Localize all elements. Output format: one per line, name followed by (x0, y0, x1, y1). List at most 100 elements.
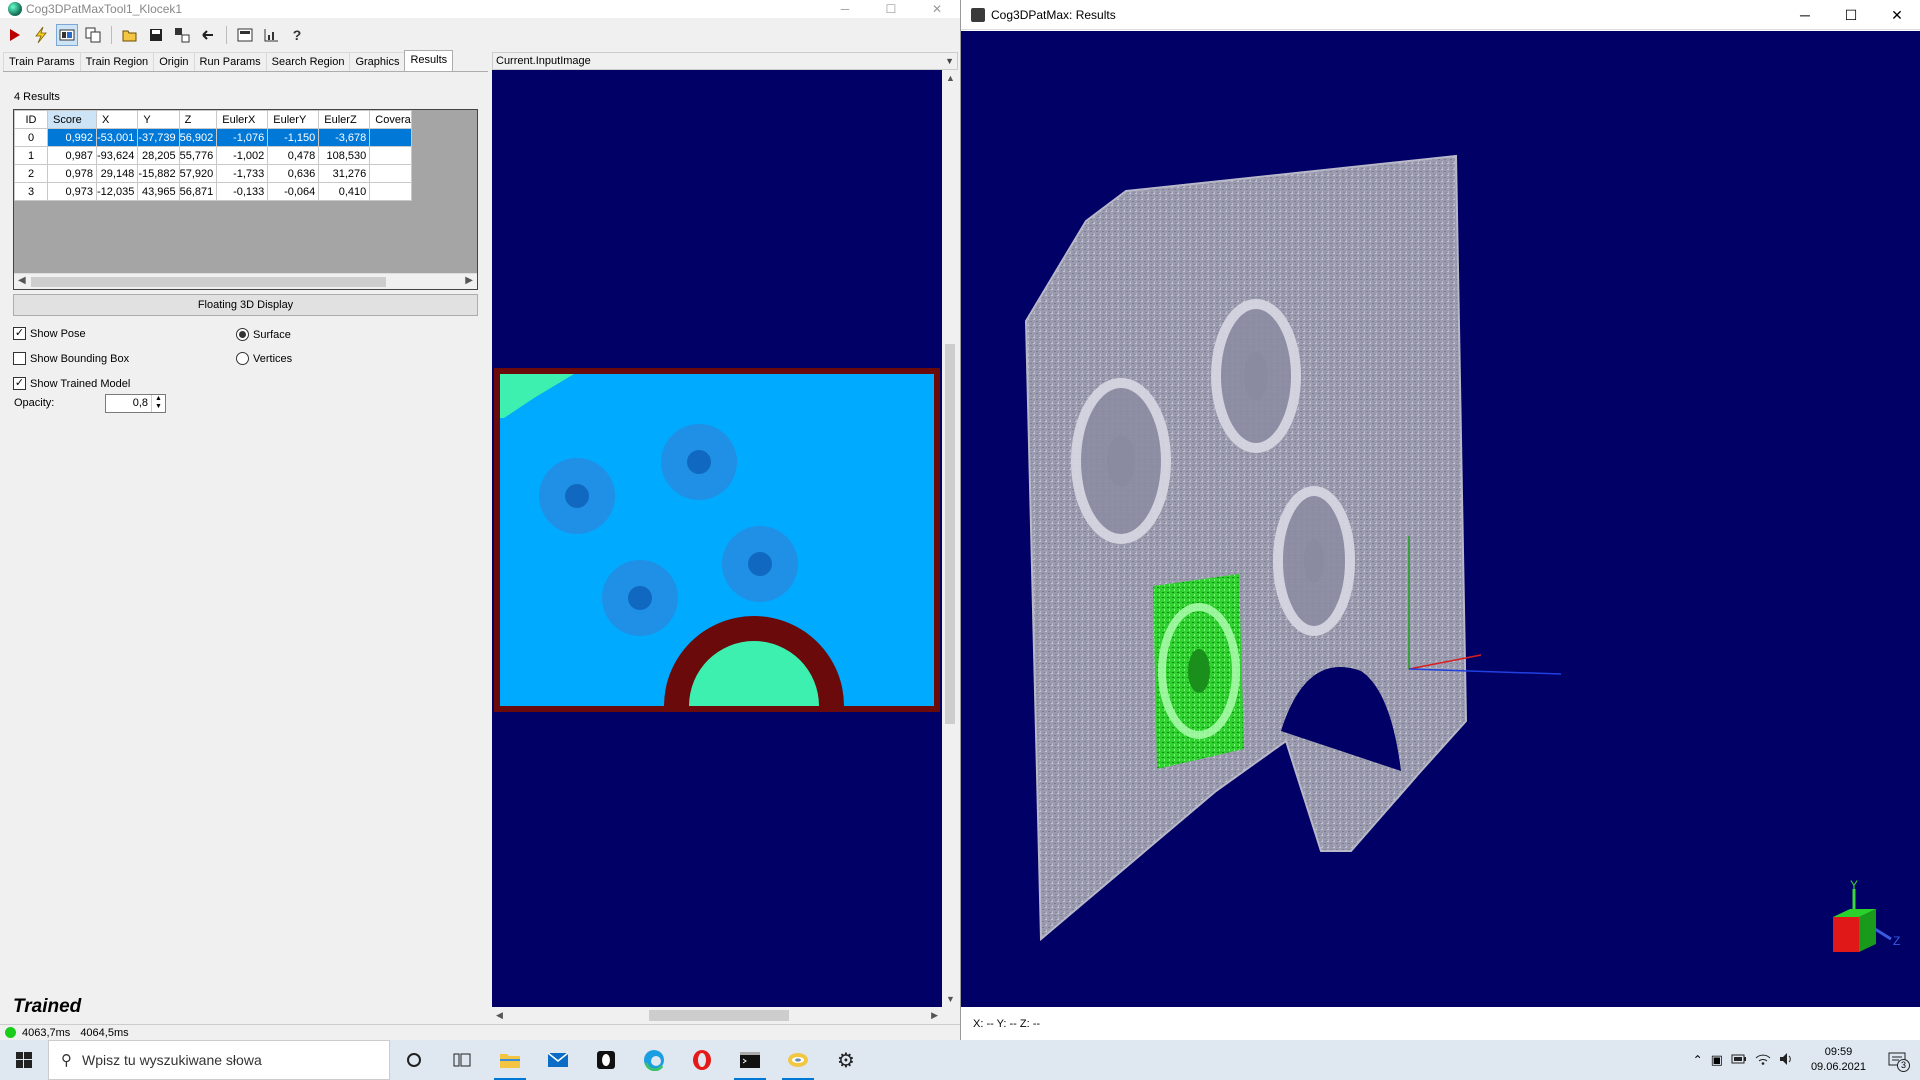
floating-3d-display-button[interactable]: Floating 3D Display (13, 294, 478, 316)
close-button[interactable]: ✕ (914, 0, 960, 18)
col-header-eulery[interactable]: EulerY (267, 110, 320, 129)
chevron-down-icon[interactable]: ▼ (945, 53, 954, 69)
table-row[interactable]: 1 0,987 -93,624 28,205 55,776 -1,002 0,4… (14, 146, 412, 165)
scroll-up-icon[interactable]: ▲ (946, 73, 955, 83)
minimize-button[interactable]: ─ (822, 0, 868, 18)
chart-icon[interactable] (260, 24, 282, 46)
grid-horizontal-scrollbar[interactable]: ◀ ▶ (14, 273, 477, 289)
table-row[interactable]: 0 0,992 -53,001 -37,739 56,902 -1,076 -1… (14, 128, 412, 147)
battery-icon[interactable] (1731, 1054, 1747, 1067)
vertices-option[interactable]: Vertices (236, 352, 292, 365)
col-header-id[interactable]: ID (14, 110, 48, 129)
show-bounding-box-option[interactable]: Show Bounding Box (13, 352, 129, 365)
taskbar-search[interactable]: ⚲ Wpisz tu wyszukiwane słowa (48, 1040, 390, 1080)
task-view-icon[interactable] (438, 1040, 486, 1080)
tool-settings-icon[interactable] (171, 24, 193, 46)
tab-run-params[interactable]: Run Params (193, 52, 267, 71)
image-horizontal-scrollbar[interactable]: ◀ ▶ (492, 1007, 958, 1024)
tab-graphics[interactable]: Graphics (349, 52, 406, 71)
input-image-display[interactable]: Current.InputImage ▼ ▲ ▼ ◀ ▶ (492, 52, 958, 1024)
lightning-icon[interactable] (30, 24, 52, 46)
show-trained-model-label: Show Trained Model (30, 377, 131, 390)
cell-score: 0,978 (47, 164, 97, 183)
col-header-y[interactable]: Y (137, 110, 180, 129)
edge-icon[interactable] (630, 1040, 678, 1080)
surface-option[interactable]: Surface (236, 328, 291, 341)
tool-tabs: Train Params Train Region Origin Run Par… (3, 50, 454, 71)
cell-z: 57,920 (178, 164, 218, 183)
maximize-button[interactable]: ☐ (868, 0, 914, 18)
opacity-value[interactable]: 0,8 (106, 395, 151, 412)
table-row[interactable]: 3 0,973 -12,035 43,965 56,871 -0,133 -0,… (14, 182, 412, 201)
cortana-icon[interactable] (390, 1040, 438, 1080)
spin-up-icon[interactable]: ▲ (152, 395, 165, 403)
3d-viewport[interactable]: Y Z (961, 31, 1920, 1007)
opacity-label: Opacity: (14, 397, 55, 409)
scroll-down-icon[interactable]: ▼ (946, 994, 955, 1004)
device-icon[interactable]: ▣ (1711, 1052, 1723, 1068)
image-vertical-scrollbar[interactable]: ▲ ▼ (942, 70, 958, 1007)
tab-train-region[interactable]: Train Region (79, 52, 155, 71)
tab-train-params[interactable]: Train Params (3, 52, 81, 71)
scroll-left-icon[interactable]: ◀ (18, 275, 26, 286)
cell-coverage (369, 146, 412, 165)
surface-radio[interactable] (236, 328, 249, 341)
scroll-right-icon[interactable]: ▶ (465, 275, 473, 286)
vertices-radio[interactable] (236, 352, 249, 365)
wifi-icon[interactable] (1755, 1053, 1771, 1068)
table-row[interactable]: 2 0,978 29,148 -15,882 57,920 -1,733 0,6… (14, 164, 412, 183)
image-vscroll-thumb[interactable] (945, 344, 955, 724)
windows-start-icon[interactable] (0, 1040, 48, 1080)
show-trained-model-option[interactable]: ✓ Show Trained Model (13, 377, 130, 390)
run-icon[interactable] (4, 24, 26, 46)
minimize-button[interactable]: ─ (1782, 0, 1828, 30)
terminal-icon[interactable] (726, 1040, 774, 1080)
col-header-eulerx[interactable]: EulerX (216, 110, 269, 129)
close-button[interactable]: ✕ (1874, 0, 1920, 30)
volume-icon[interactable] (1779, 1052, 1795, 1069)
clock[interactable]: 09:59 09.06.2021 (1803, 1045, 1874, 1075)
show-pose-checkbox[interactable]: ✓ (13, 327, 26, 340)
opacity-stepper[interactable]: 0,8 ▲ ▼ (105, 394, 166, 413)
maximize-button[interactable]: ☐ (1828, 0, 1874, 30)
help-icon[interactable]: ? (286, 24, 308, 46)
copy-icon[interactable] (82, 24, 104, 46)
cell-x: -12,035 (95, 182, 139, 201)
results-titlebar: Cog3DPatMax: Results ─ ☐ ✕ (961, 0, 1920, 30)
show-pose-label: Show Pose (30, 327, 86, 340)
cognex-vision-icon[interactable] (774, 1040, 822, 1080)
cell-coverage (369, 182, 412, 201)
col-header-z[interactable]: Z (178, 110, 218, 129)
col-header-x[interactable]: X (95, 110, 139, 129)
scroll-left-icon[interactable]: ◀ (496, 1010, 503, 1021)
open-folder-icon[interactable] (119, 24, 141, 46)
tab-origin[interactable]: Origin (153, 52, 195, 71)
results-grid[interactable]: ID Score X Y Z EulerX EulerY EulerZ Cove… (13, 109, 478, 290)
reset-icon[interactable] (197, 24, 219, 46)
scroll-right-icon[interactable]: ▶ (931, 1010, 938, 1021)
calculator-icon[interactable] (234, 24, 256, 46)
image-hscroll-thumb[interactable] (649, 1010, 789, 1021)
grid-scroll-thumb[interactable] (31, 277, 386, 287)
notification-icon[interactable]: 3 (1882, 1052, 1912, 1072)
show-bounding-box-checkbox[interactable] (13, 352, 26, 365)
settings-gear-icon[interactable]: ⚙ (822, 1040, 870, 1080)
image-display-icon[interactable] (56, 24, 78, 46)
col-header-eulerz[interactable]: EulerZ (318, 110, 371, 129)
col-header-coverage[interactable]: Covera (369, 110, 412, 129)
tab-search-region[interactable]: Search Region (265, 52, 351, 71)
col-header-score[interactable]: Score (47, 110, 97, 129)
results-count: 4 Results (14, 91, 60, 103)
opera-icon[interactable] (678, 1040, 726, 1080)
show-pose-option[interactable]: ✓ Show Pose (13, 327, 86, 340)
alienware-icon[interactable] (582, 1040, 630, 1080)
mail-icon[interactable] (534, 1040, 582, 1080)
file-explorer-icon[interactable] (486, 1040, 534, 1080)
tab-results[interactable]: Results (404, 50, 454, 71)
image-selector[interactable]: Current.InputImage ▼ (492, 52, 958, 70)
clock-date: 09.06.2021 (1810, 1061, 1866, 1073)
save-icon[interactable] (145, 24, 167, 46)
spin-down-icon[interactable]: ▼ (152, 403, 165, 411)
show-trained-model-checkbox[interactable]: ✓ (13, 377, 26, 390)
chevron-up-icon[interactable]: ⌃ (1693, 1053, 1703, 1067)
